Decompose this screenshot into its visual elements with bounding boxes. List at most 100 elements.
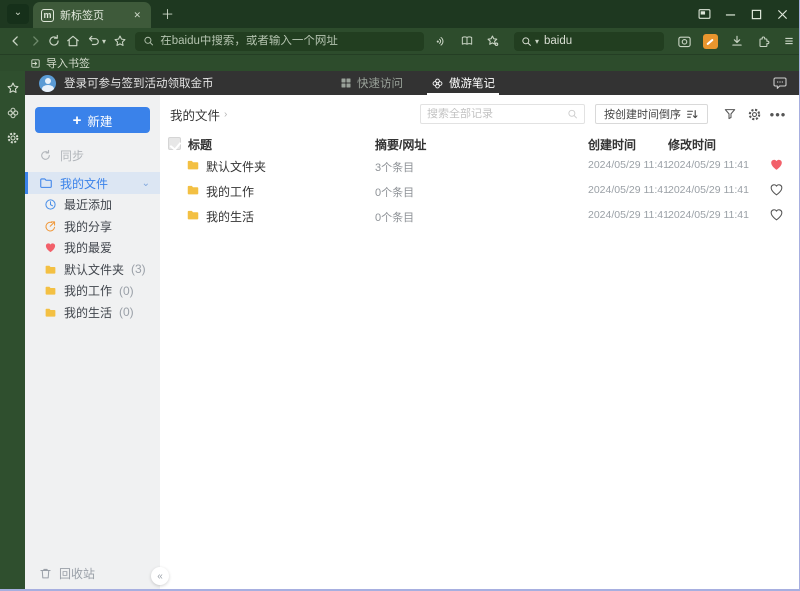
notes-main: 我的文件 › 按创建时间倒序 — [160, 95, 800, 591]
address-input[interactable] — [160, 35, 416, 47]
filter-funnel-icon[interactable] — [722, 106, 738, 122]
select-all-checkbox[interactable] — [168, 137, 181, 150]
row-summary: 0个条目 — [375, 187, 415, 199]
page-content: 登录可参与签到活动领取金币 快速访问 傲游笔记 + 新建 同步 我的文件 ⌄ 最… — [0, 71, 800, 591]
sidebar-item-label: 最近添加 — [64, 198, 113, 213]
sort-button-label: 按创建时间倒序 — [604, 109, 681, 121]
folder-icon — [40, 178, 52, 188]
home-button[interactable] — [63, 31, 82, 51]
sidebar-item-label: 我的分享 — [64, 219, 113, 234]
tab-quick-access[interactable]: 快速访问 — [340, 71, 403, 95]
rail-notes-clover-icon[interactable] — [5, 105, 21, 121]
breadcrumb-label: 我的文件 — [170, 108, 221, 123]
more-options-icon[interactable]: ••• — [770, 106, 786, 122]
sync-icon — [41, 149, 50, 160]
undo-button[interactable]: ▾ — [82, 31, 106, 51]
search-icon — [568, 109, 577, 119]
close-button[interactable] — [772, 4, 792, 24]
new-tab-button[interactable]: ＋ — [161, 4, 174, 23]
download-icon[interactable] — [726, 31, 748, 51]
rail-settings-gear-icon[interactable] — [5, 130, 21, 146]
new-note-label: 新建 — [87, 114, 113, 129]
sidebar-item-favorites[interactable]: 我的最爱 — [25, 237, 160, 259]
import-bookmarks-label: 导入书签 — [46, 58, 90, 70]
feedback-bubble-icon[interactable] — [772, 75, 788, 91]
forward-button[interactable] — [25, 31, 44, 51]
table-row[interactable]: 默认文件夹 3个条目 2024/05/29 11:41 2024/05/29 1… — [160, 153, 800, 178]
notes-clover-icon — [432, 78, 443, 88]
favorite-heart-icon[interactable] — [769, 182, 784, 197]
favorite-heart-icon[interactable] — [769, 207, 784, 222]
sidebar-item-my-work[interactable]: 我的工作 (0) — [25, 280, 160, 302]
favorite-heart-icon[interactable] — [769, 157, 784, 172]
table-row[interactable]: 我的工作 0个条目 2024/05/29 11:41 2024/05/29 11… — [160, 178, 800, 203]
address-bar[interactable] — [135, 31, 424, 51]
row-title[interactable]: 我的工作 — [206, 183, 254, 200]
my-files-label: 我的文件 — [60, 176, 109, 191]
row-modified: 2024/05/29 11:41 — [668, 209, 749, 221]
notes-page: 登录可参与签到活动领取金币 快速访问 傲游笔记 + 新建 同步 我的文件 ⌄ 最… — [25, 71, 800, 591]
column-modified[interactable]: 修改时间 — [668, 136, 716, 153]
column-title[interactable]: 标题 — [188, 136, 212, 153]
table-row[interactable]: 我的生活 0个条目 2024/05/29 11:41 2024/05/29 11… — [160, 203, 800, 228]
recycle-bin-button[interactable]: 回收站 — [25, 563, 160, 583]
folder-icon — [45, 286, 56, 295]
collapse-sidebar-button[interactable]: « — [151, 567, 169, 585]
extensions-puzzle-icon[interactable] — [752, 31, 774, 51]
row-title[interactable]: 默认文件夹 — [206, 158, 266, 175]
reader-mode-icon[interactable] — [456, 31, 478, 51]
folder-icon — [187, 210, 199, 220]
sidebar-item-shares[interactable]: 我的分享 — [25, 216, 160, 238]
settings-gear-icon[interactable] — [746, 106, 762, 122]
maximize-button[interactable] — [746, 4, 766, 24]
quick-search-box[interactable]: ▾ baidu — [513, 31, 664, 51]
login-banner[interactable]: 登录可参与签到活动领取金币 — [64, 75, 214, 91]
sync-button[interactable]: 同步 — [39, 145, 160, 165]
undo-dropdown-icon[interactable]: ▾ — [102, 37, 106, 46]
refresh-button[interactable] — [44, 31, 63, 51]
notes-sidebar: + 新建 同步 我的文件 ⌄ 最近添加 我的分享 我的最爱 默认文件夹 (3) … — [25, 95, 169, 591]
row-created: 2024/05/29 11:41 — [588, 159, 669, 171]
new-note-button[interactable]: + 新建 — [35, 107, 150, 133]
split-window-icon[interactable] — [694, 4, 714, 24]
tab-close-icon[interactable]: ✕ — [131, 10, 143, 21]
minimize-button[interactable] — [720, 4, 740, 24]
side-rail — [0, 71, 25, 591]
column-created[interactable]: 创建时间 — [588, 136, 636, 153]
read-aloud-icon[interactable] — [430, 31, 452, 51]
search-engine-dropdown-icon[interactable]: ▾ — [535, 37, 539, 46]
sidebar-item-my-files[interactable]: 我的文件 ⌄ — [25, 172, 160, 194]
chevron-down-icon[interactable]: ⌄ — [142, 178, 150, 189]
sidebar-item-recent[interactable]: 最近添加 — [25, 194, 160, 216]
sort-button[interactable]: 按创建时间倒序 — [595, 104, 708, 124]
menu-icon[interactable]: ≡ — [778, 31, 800, 51]
favorite-star-button[interactable] — [110, 31, 129, 51]
avatar[interactable] — [39, 74, 56, 92]
tab-maxnote[interactable]: 傲游笔记 — [427, 71, 499, 95]
share-icon — [45, 221, 56, 232]
breadcrumb[interactable]: 我的文件 › — [170, 105, 227, 124]
bookmark-manager-icon[interactable] — [482, 31, 504, 51]
search-icon — [144, 36, 154, 46]
row-summary: 0个条目 — [375, 212, 415, 224]
browser-tab-active[interactable]: m 新标签页 ✕ — [33, 2, 151, 28]
sidebar-item-default-folder[interactable]: 默认文件夹 (3) — [25, 259, 160, 281]
row-title[interactable]: 我的生活 — [206, 208, 254, 225]
sidebar-item-my-life[interactable]: 我的生活 (0) — [25, 302, 160, 324]
folder-icon — [45, 265, 56, 274]
screenshot-camera-icon[interactable] — [674, 31, 696, 51]
maxnote-icon[interactable] — [700, 31, 722, 51]
notes-search-box[interactable] — [420, 104, 585, 124]
quick-search-value[interactable]: baidu — [544, 35, 572, 47]
browser-titlebar: ⌄ m 新标签页 ✕ ＋ — [0, 0, 800, 28]
chevron-down-icon: ⌄ — [13, 6, 23, 18]
table-header: 标题 摘要/网址 创建时间 修改时间 — [160, 135, 800, 153]
rail-favorites-star-icon[interactable] — [5, 80, 21, 96]
notes-search-input[interactable] — [427, 108, 567, 120]
back-button[interactable] — [6, 31, 25, 51]
import-bookmarks-button[interactable]: 导入书签 — [30, 55, 90, 71]
column-summary[interactable]: 摘要/网址 — [375, 136, 426, 153]
tab-quick-access-label: 快速访问 — [357, 78, 403, 90]
heart-icon — [45, 243, 56, 253]
tab-list-button[interactable]: ⌄ — [7, 4, 29, 24]
